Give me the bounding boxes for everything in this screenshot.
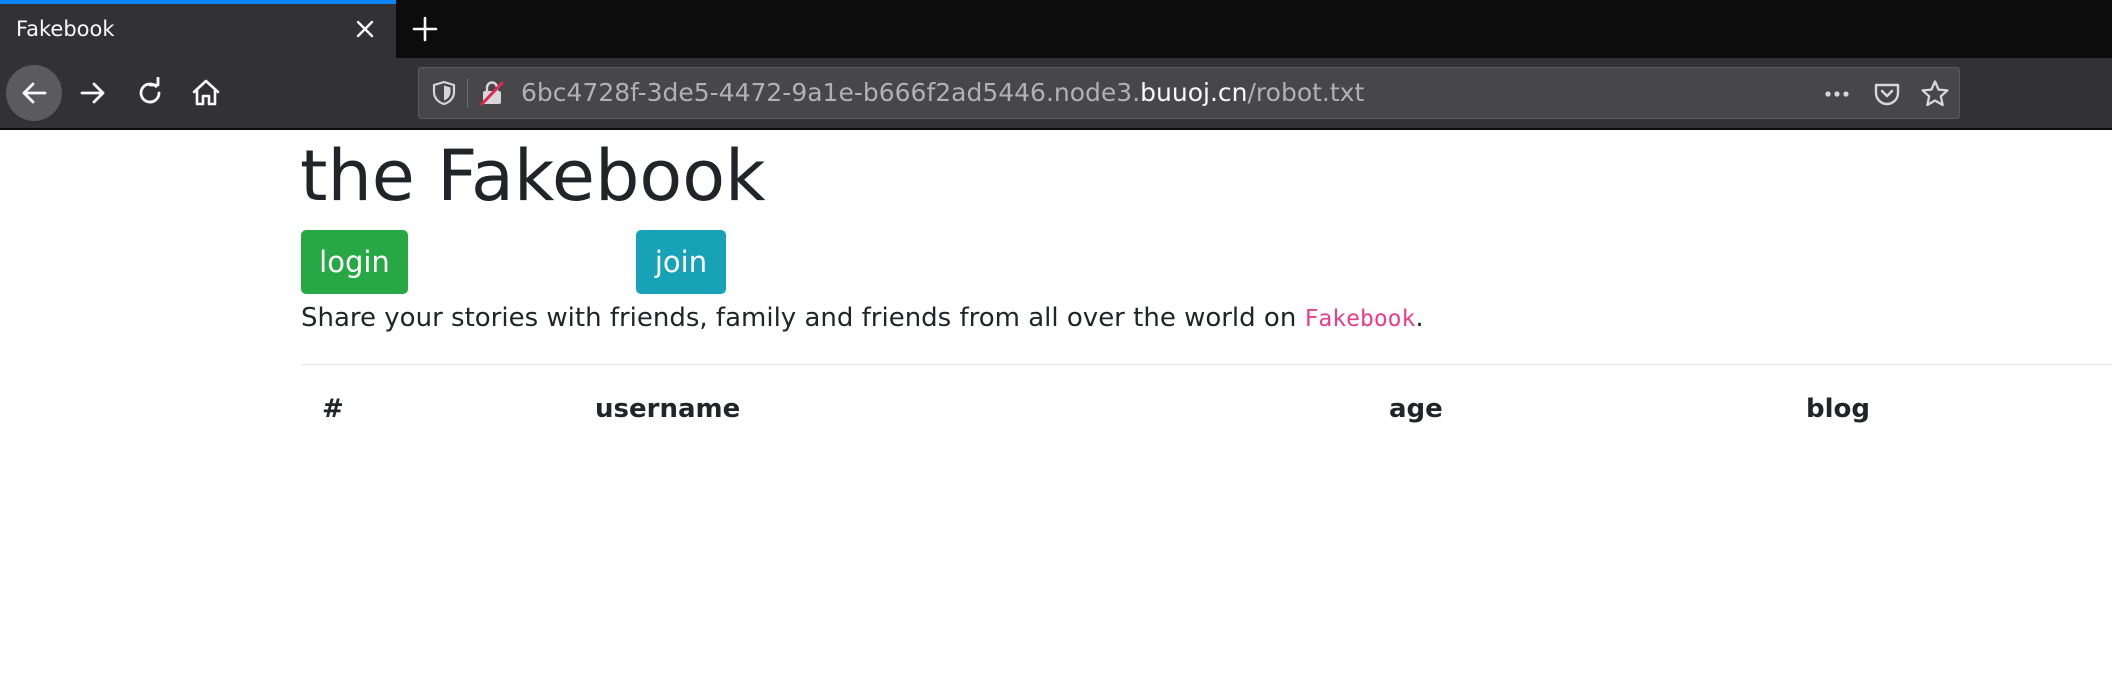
arrow-right-icon [80,82,105,104]
tagline-text: Share your stories with friends, family … [301,303,1305,333]
reload-button[interactable] [122,65,178,121]
column-header-username: username [595,394,741,424]
divider [301,364,2112,365]
tagline-suffix: . [1415,303,1424,333]
url-host: buuoj.cn [1140,78,1248,107]
arrow-left-icon [22,82,47,104]
join-button[interactable]: join [636,230,726,294]
forward-button[interactable] [65,65,121,121]
pocket-icon[interactable] [1871,78,1903,110]
close-icon[interactable] [350,14,380,44]
more-icon[interactable] [1821,78,1853,110]
page-content: the Fakebook login join Share your stori… [0,130,2112,689]
column-header-number: # [322,394,344,424]
url-divider [467,78,468,108]
tab-title: Fakebook [16,17,115,41]
column-header-blog: blog [1806,394,1870,424]
star-icon[interactable] [1919,78,1951,110]
tab-fakebook[interactable]: Fakebook [0,0,396,58]
address-bar[interactable]: 6bc4728f-3de5-4472-9a1e-b666f2ad5446.nod… [418,67,1960,119]
url-subdomain: 6bc4728f-3de5-4472-9a1e-b666f2ad5446.nod… [521,78,1141,107]
login-button[interactable]: login [301,230,408,294]
shield-icon[interactable] [431,80,457,106]
home-button[interactable] [178,65,234,121]
insecure-lock-icon[interactable] [479,80,505,106]
tagline: Share your stories with friends, family … [301,300,1424,337]
url-text[interactable]: 6bc4728f-3de5-4472-9a1e-b666f2ad5446.nod… [521,78,1364,108]
url-path: /robot.txt [1247,78,1365,107]
page-title: the Fakebook [300,135,766,217]
column-header-age: age [1389,394,1443,424]
reload-icon [139,77,161,104]
tab-strip: Fakebook [0,0,2112,58]
back-button[interactable] [6,65,62,121]
plus-icon[interactable] [408,12,442,46]
navigation-toolbar: 6bc4728f-3de5-4472-9a1e-b666f2ad5446.nod… [0,58,2112,130]
brand-name: Fakebook [1304,306,1416,332]
home-icon [192,79,220,106]
active-tab-indicator [0,0,396,4]
